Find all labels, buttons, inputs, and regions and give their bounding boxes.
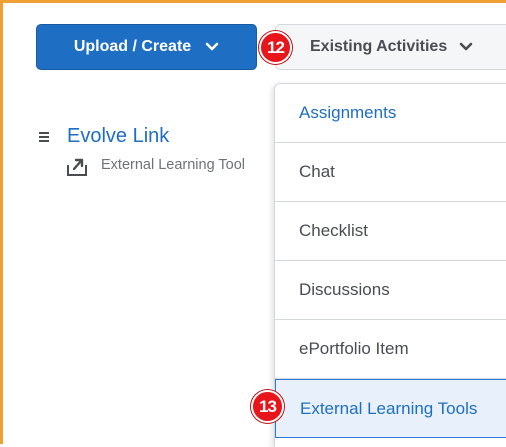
external-tool-icon [66, 157, 88, 177]
existing-activities-menu: Assignments Chat Checklist Discussions e… [274, 83, 506, 447]
content-item-title[interactable]: Evolve Link [67, 125, 169, 148]
menu-item-chat[interactable]: Chat [275, 143, 506, 202]
upload-create-button[interactable]: Upload / Create [36, 24, 257, 70]
step-badge-13: 13 [251, 390, 284, 423]
menu-item-checklist[interactable]: Checklist [275, 202, 506, 261]
existing-activities-button[interactable]: Existing Activities [275, 24, 506, 70]
upload-create-label: Upload / Create [73, 38, 192, 55]
content-item-type: External Learning Tool [101, 157, 246, 173]
chevron-down-icon [459, 42, 473, 52]
menu-item-assignments[interactable]: Assignments [275, 84, 506, 143]
menu-item-eportfolio[interactable]: ePortfolio Item [275, 320, 506, 379]
existing-activities-label: Existing Activities [310, 38, 448, 55]
menu-item-discussions[interactable]: Discussions [275, 261, 506, 320]
page-frame: Upload / Create Existing Activities 12 E… [0, 0, 506, 447]
menu-item-external-learning-tools[interactable]: External Learning Tools [275, 379, 506, 438]
drag-handle-icon[interactable] [39, 132, 49, 143]
step-badge-12: 12 [259, 31, 292, 64]
chevron-down-icon [205, 42, 219, 52]
